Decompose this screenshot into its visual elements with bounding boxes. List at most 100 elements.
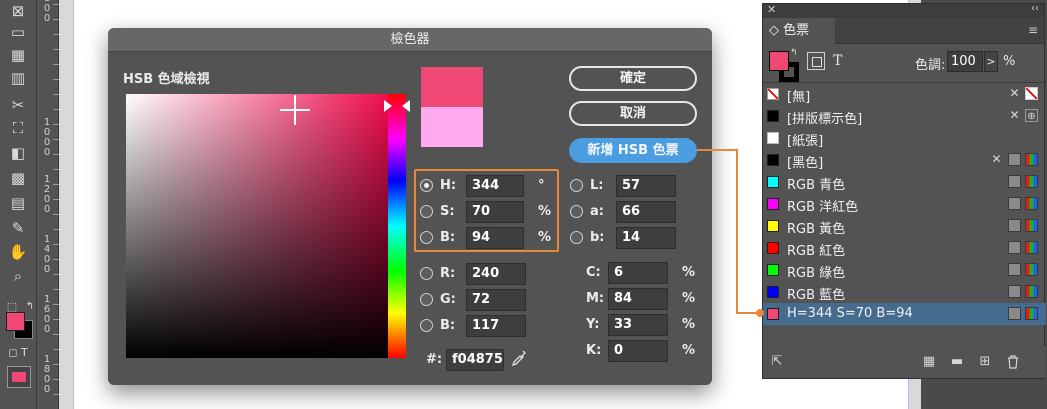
cmyk-c-row: C: 6 % <box>586 262 696 284</box>
table-icon[interactable]: ▦ <box>6 45 30 65</box>
swatch-row[interactable]: RGB 黃色 <box>763 215 1046 237</box>
brightness-radio[interactable] <box>420 231 433 244</box>
rgb-mode-icon <box>1025 153 1038 166</box>
lab-l-label: L: <box>590 178 604 193</box>
tool-fill-stroke[interactable] <box>6 312 34 340</box>
folder-icon[interactable]: ▬ <box>949 354 965 370</box>
format-container-icon[interactable] <box>807 52 825 70</box>
saturation-radio[interactable] <box>420 205 433 218</box>
apply-color-button[interactable] <box>7 366 31 388</box>
swatch-row[interactable]: [拼版標示色] ✕ ⊕ <box>763 105 1046 127</box>
rgb-g-input[interactable]: 72 <box>466 289 526 311</box>
gradient-feather-icon[interactable]: ▩ <box>6 168 30 188</box>
saturation-brightness-field[interactable] <box>126 94 388 358</box>
swatch-row[interactable]: H=344 S=70 B=94 <box>763 303 1046 325</box>
swatch-row[interactable]: [紙張] <box>763 127 1046 149</box>
no-edit-icon: ✕ <box>991 152 1002 166</box>
swatch-row[interactable]: RGB 藍色 <box>763 281 1046 303</box>
swatch-name: [黑色] <box>787 156 824 171</box>
swatch-row[interactable]: [黑色] ✕ <box>763 149 1046 171</box>
tint-input[interactable]: 100 <box>947 51 983 72</box>
new-group-icon[interactable]: ▦ <box>921 354 937 370</box>
place-swatch-icon[interactable]: ⇱ <box>769 354 785 370</box>
note-icon[interactable]: ▤ <box>6 193 30 213</box>
panel-menu-icon[interactable]: ≡ <box>1028 23 1038 37</box>
rgb-g-radio[interactable] <box>420 293 433 306</box>
rgb-r-radio[interactable] <box>420 267 433 280</box>
fill-swatch[interactable] <box>769 51 789 71</box>
cmyk-k-input[interactable]: 0 <box>608 340 668 362</box>
swatch-color-chip <box>767 242 779 254</box>
brightness-input[interactable]: 94 <box>466 227 524 249</box>
trash-icon[interactable] <box>1005 354 1021 370</box>
cmyk-m-input[interactable]: 84 <box>608 288 668 310</box>
zoom-icon[interactable]: ⌕ <box>6 266 30 286</box>
rgb-mode-icon <box>1025 263 1038 276</box>
process-icon <box>1008 175 1021 188</box>
rgb-r-label: R: <box>440 266 456 281</box>
cmyk-y-input[interactable]: 33 <box>608 314 668 336</box>
lab-b-radio[interactable] <box>570 231 583 244</box>
cmyk-y-unit: % <box>682 317 696 332</box>
swatch-color-chip <box>767 286 779 298</box>
scissors-icon[interactable]: ✂ <box>6 95 30 115</box>
rectangle-icon[interactable]: ▭ <box>6 22 30 42</box>
hex-label: #: <box>426 352 443 367</box>
free-transform-icon[interactable]: ⛶ <box>6 118 30 138</box>
swatch-row[interactable]: RGB 綠色 <box>763 259 1046 281</box>
swatch-name: RGB 綠色 <box>787 266 846 281</box>
close-icon[interactable]: ✕ <box>767 3 776 16</box>
swatch-color-chip <box>767 132 779 144</box>
eyedropper-icon[interactable]: ✎ <box>6 218 30 238</box>
ruler-mark: 1800 <box>43 354 51 395</box>
swatch-color-chip <box>767 264 779 276</box>
tint-slider-arrow-icon[interactable]: > <box>984 51 998 72</box>
lab-b-label: b: <box>590 230 605 245</box>
hue-input[interactable]: 344 <box>466 175 524 197</box>
panel-top-bar: ✕ ‹‹ <box>763 3 1044 18</box>
grid-icon[interactable]: ▥ <box>6 68 30 88</box>
new-swatch-icon[interactable]: ⊞ <box>977 354 993 370</box>
hue-radio[interactable] <box>420 179 433 192</box>
lab-b-input[interactable]: 14 <box>616 227 676 249</box>
lab-a-row: a: 66 <box>570 201 680 223</box>
hue-slider-handle-left[interactable] <box>384 100 392 112</box>
lab-a-input[interactable]: 66 <box>616 201 676 223</box>
new-color-swatch <box>421 67 483 107</box>
swatch-row[interactable]: RGB 洋紅色 <box>763 193 1046 215</box>
color-picker-dialog: 檢色器 HSB 色域檢視 確定 取消 新增 HSB 色票 H: 344 ° S:… <box>108 28 712 385</box>
swatch-row[interactable]: RGB 青色 <box>763 171 1046 193</box>
swatch-row[interactable]: RGB 紅色 <box>763 237 1046 259</box>
lab-l-radio[interactable] <box>570 179 583 192</box>
hand-icon[interactable]: ✋ <box>6 242 30 262</box>
swatch-row[interactable]: [無] ✕ <box>763 83 1046 105</box>
lab-l-input[interactable]: 57 <box>616 175 676 197</box>
format-container-text-icon[interactable]: ◻ T <box>6 343 30 363</box>
original-color-swatch[interactable] <box>421 107 483 147</box>
add-hsb-swatch-button[interactable]: 新增 HSB 色票 <box>569 138 697 163</box>
ok-button[interactable]: 確定 <box>569 66 697 91</box>
saturation-input[interactable]: 70 <box>466 201 524 223</box>
hex-input[interactable]: f04875 <box>446 349 504 371</box>
rgb-b-input[interactable]: 117 <box>466 315 526 337</box>
cmyk-c-input[interactable]: 6 <box>608 262 668 284</box>
gradient-icon[interactable]: ◧ <box>6 143 30 163</box>
tab-swatches[interactable]: ◇ 色票 <box>763 18 835 44</box>
lab-a-radio[interactable] <box>570 205 583 218</box>
collapse-icon[interactable]: ‹‹ <box>1031 3 1039 14</box>
cancel-button[interactable]: 取消 <box>569 101 697 126</box>
cmyk-k-row: K: 0 % <box>586 340 696 362</box>
tint-label: 色調: <box>915 58 946 73</box>
eyedropper-icon[interactable] <box>511 349 527 367</box>
format-text-icon[interactable]: T <box>833 53 842 69</box>
rgb-b-radio[interactable] <box>420 319 433 332</box>
tools-panel: ⊠ ▭ ▦ ▥ ✂ ⛶ ◧ ▩ ▤ ✎ ✋ ⌕ ⬚ ↰ ◻ T <box>0 0 37 409</box>
hue-slider[interactable] <box>388 94 406 358</box>
swap-fill-stroke-icon[interactable]: ↰ <box>790 48 798 58</box>
frame-grid-icon[interactable]: ⊠ <box>6 1 30 21</box>
rgb-mode-icon <box>1025 285 1038 298</box>
no-edit-icon: ✕ <box>1009 108 1020 122</box>
tool-fill-swatch[interactable] <box>6 312 25 331</box>
hue-slider-handle-right[interactable] <box>402 100 410 112</box>
rgb-r-input[interactable]: 240 <box>466 263 526 285</box>
